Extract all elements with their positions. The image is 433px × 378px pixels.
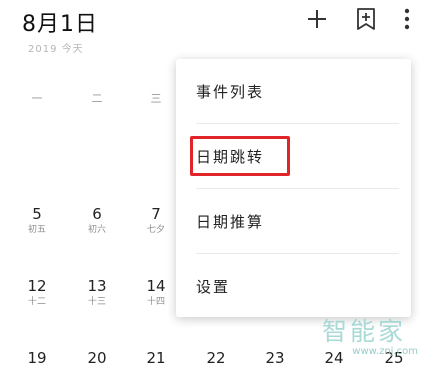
page-title: 8月1日 bbox=[22, 12, 98, 37]
day-number: 20 bbox=[87, 349, 107, 367]
bookmark-plus-icon[interactable] bbox=[351, 4, 381, 34]
weekday-label: 三 bbox=[150, 92, 162, 105]
calendar-day[interactable]: 5 初五 bbox=[17, 205, 57, 237]
lunar-date: 十二 bbox=[27, 297, 46, 307]
day-number: 6 bbox=[92, 205, 102, 223]
day-number: 7 bbox=[151, 205, 161, 223]
day-number: 13 bbox=[87, 277, 107, 295]
day-number: 5 bbox=[32, 205, 42, 223]
lunar-date: 七夕 bbox=[146, 225, 165, 235]
more-vert-icon[interactable] bbox=[392, 4, 422, 34]
menu-item-settings[interactable]: 设置 bbox=[196, 254, 411, 318]
lunar-date: 十三 bbox=[87, 297, 106, 307]
day-number: 23 bbox=[265, 349, 285, 367]
calendar-day[interactable]: 6 初六 bbox=[77, 205, 117, 237]
lunar-date: 初六 bbox=[87, 225, 106, 235]
calendar-day[interactable]: 22 bbox=[196, 349, 236, 367]
plus-icon[interactable] bbox=[302, 4, 332, 34]
calendar-day[interactable]: 19 bbox=[17, 349, 57, 367]
weekday-label: 二 bbox=[91, 92, 103, 105]
highlight-box bbox=[190, 136, 290, 176]
calendar-day[interactable]: 14 十四 bbox=[136, 277, 176, 309]
watermark-brand: 智能家 bbox=[322, 317, 407, 346]
day-number: 12 bbox=[27, 277, 47, 295]
day-number: 22 bbox=[206, 349, 226, 367]
menu-item-date-calc[interactable]: 日期推算 bbox=[196, 189, 411, 253]
menu-item-event-list[interactable]: 事件列表 bbox=[196, 59, 411, 123]
year-today-label[interactable]: 2019 今天 bbox=[28, 40, 84, 55]
calendar-day[interactable]: 20 bbox=[77, 349, 117, 367]
calendar-day[interactable]: 13 十三 bbox=[77, 277, 117, 309]
day-number: 14 bbox=[146, 277, 166, 295]
overflow-menu: 事件列表 日期跳转 日期推算 设置 bbox=[176, 59, 411, 317]
watermark: 智能家 www.znj.com bbox=[322, 318, 432, 366]
calendar-day[interactable]: 21 bbox=[136, 349, 176, 367]
lunar-date: 初五 bbox=[27, 225, 46, 235]
calendar-day[interactable]: 12 十二 bbox=[17, 277, 57, 309]
calendar-day[interactable]: 7 七夕 bbox=[136, 205, 176, 237]
calendar-day[interactable]: 23 bbox=[255, 349, 295, 367]
watermark-url: www.znj.com bbox=[352, 346, 418, 357]
lunar-date: 十四 bbox=[146, 297, 165, 307]
day-number: 19 bbox=[27, 349, 47, 367]
weekday-label: 一 bbox=[31, 92, 43, 105]
day-number: 21 bbox=[146, 349, 166, 367]
